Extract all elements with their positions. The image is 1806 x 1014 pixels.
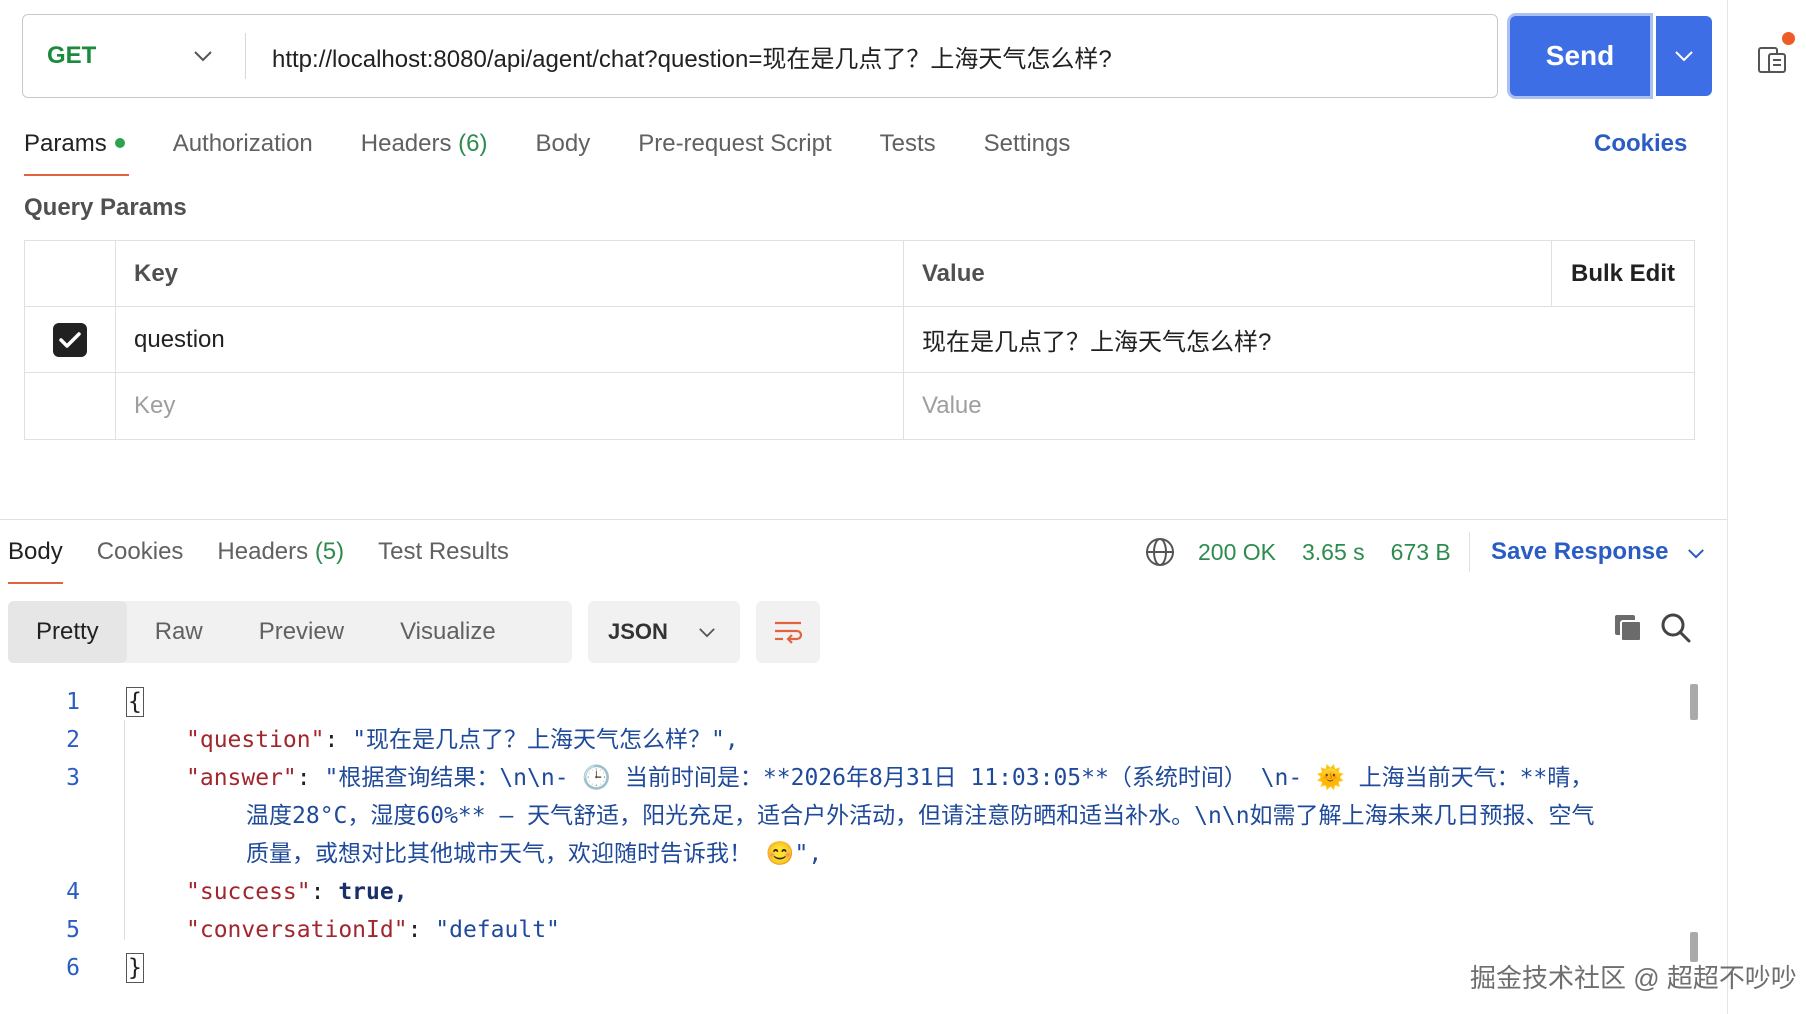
- right-panel-divider: [1727, 0, 1728, 1014]
- tab-headers[interactable]: Headers (6): [361, 124, 488, 176]
- status-code[interactable]: 200 OK: [1198, 539, 1276, 566]
- query-params-title: Query Params: [24, 194, 187, 221]
- table-header-row: Key Value Bulk Edit: [25, 241, 1694, 307]
- table-row-empty: Key Value: [25, 373, 1694, 439]
- new-param-value-input[interactable]: Value: [904, 373, 1694, 439]
- globe-icon[interactable]: [1144, 536, 1176, 568]
- save-response-button[interactable]: Save Response: [1491, 534, 1705, 570]
- response-time[interactable]: 3.65 s: [1302, 539, 1365, 566]
- response-size[interactable]: 673 B: [1391, 539, 1451, 566]
- view-mode-pretty[interactable]: Pretty: [8, 601, 127, 663]
- response-divider[interactable]: [0, 519, 1727, 520]
- documentation-icon[interactable]: [1756, 42, 1790, 76]
- view-mode-visualize[interactable]: Visualize: [372, 601, 524, 663]
- copy-icon[interactable]: [1612, 612, 1644, 644]
- response-tab-body[interactable]: Body: [8, 534, 63, 584]
- meta-divider: [1469, 532, 1470, 572]
- response-tab-headers[interactable]: Headers (5): [217, 534, 344, 584]
- chevron-down-icon: [1688, 549, 1704, 559]
- response-headers-count: (5): [314, 538, 345, 565]
- table-row: question 现在是几点了？上海天气怎么样?: [25, 307, 1694, 373]
- view-mode-preview[interactable]: Preview: [231, 601, 372, 663]
- new-param-key-input[interactable]: Key: [116, 373, 904, 439]
- column-header-key: Key: [116, 241, 904, 306]
- method-select[interactable]: GET: [23, 15, 245, 97]
- send-button[interactable]: Send: [1510, 16, 1650, 96]
- send-options-button[interactable]: [1656, 16, 1712, 96]
- params-active-dot: [114, 137, 125, 148]
- response-tabs: Body Cookies Headers (5) Test Results: [8, 534, 543, 584]
- chevron-down-icon: [193, 45, 213, 68]
- tab-tests[interactable]: Tests: [880, 124, 936, 176]
- wrap-lines-button[interactable]: [756, 601, 820, 663]
- query-params-table: Key Value Bulk Edit question 现在是几点了？上海天气…: [24, 240, 1695, 440]
- response-tab-cookies[interactable]: Cookies: [97, 534, 184, 584]
- notification-badge: [1782, 32, 1795, 45]
- tab-settings[interactable]: Settings: [984, 124, 1071, 176]
- indent-guide: [124, 720, 125, 940]
- search-icon[interactable]: [1660, 612, 1692, 644]
- tab-pre-request-script[interactable]: Pre-request Script: [638, 124, 831, 176]
- url-input[interactable]: http://localhost:8080/api/agent/chat?que…: [246, 39, 1112, 74]
- column-header-value: Value: [922, 259, 985, 287]
- method-label: GET: [47, 42, 97, 69]
- wrap-lines-icon: [775, 621, 803, 644]
- headers-count: (6): [458, 130, 488, 157]
- view-mode-tabs: Pretty Raw Preview Visualize: [8, 601, 572, 663]
- cookies-link[interactable]: Cookies: [1594, 126, 1687, 162]
- param-value-input[interactable]: 现在是几点了？上海天气怎么样?: [904, 307, 1694, 372]
- tab-authorization[interactable]: Authorization: [173, 124, 313, 176]
- bulk-edit-button[interactable]: Bulk Edit: [1551, 241, 1694, 306]
- view-mode-raw[interactable]: Raw: [127, 601, 231, 663]
- format-select[interactable]: JSON: [588, 601, 740, 663]
- open-brace: {: [126, 687, 144, 717]
- format-label: JSON: [608, 619, 668, 644]
- chevron-down-icon: [699, 627, 715, 637]
- check-icon: [59, 331, 81, 348]
- tab-params[interactable]: Params: [24, 124, 129, 176]
- chevron-down-icon: [1675, 51, 1693, 62]
- close-brace: }: [126, 953, 144, 983]
- request-tabs: Params Authorization Headers (6) Body Pr…: [24, 124, 1118, 176]
- response-meta: 200 OK 3.65 s 673 B: [1144, 534, 1477, 570]
- request-url-bar: GET http://localhost:8080/api/agent/chat…: [22, 14, 1498, 98]
- param-key-input[interactable]: question: [116, 307, 904, 372]
- code-scrollbar[interactable]: [1690, 684, 1698, 720]
- watermark: 掘金技术社区 @ 超超不吵吵: [1470, 963, 1797, 993]
- tab-body[interactable]: Body: [536, 124, 591, 176]
- param-enabled-checkbox[interactable]: [53, 322, 87, 357]
- response-tab-test-results[interactable]: Test Results: [378, 534, 509, 584]
